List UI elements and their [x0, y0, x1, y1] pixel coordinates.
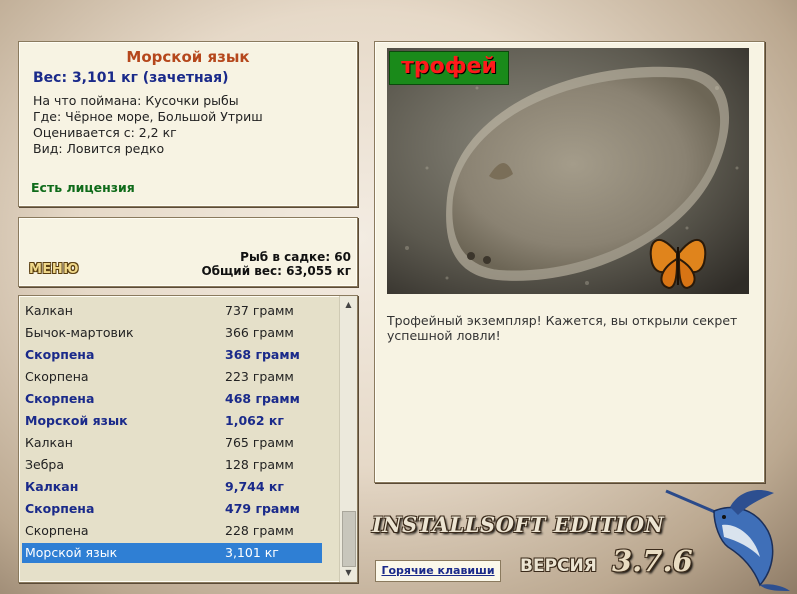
trophy-badge: трофей [389, 51, 509, 85]
catch-item-name: Калкан [25, 303, 73, 318]
catch-list-item[interactable]: Бычок-мартовик 366 грамм [22, 323, 322, 343]
bait-line: На что поймана: Кусочки рыбы [33, 93, 239, 108]
catch-item-name: Морской язык [25, 413, 128, 428]
location-line: Где: Чёрное море, Большой Утриш [33, 109, 263, 124]
catch-item-weight: 366 грамм [225, 325, 294, 340]
catch-item-weight: 368 грамм [225, 347, 300, 362]
version-label: ВЕРСИЯ [520, 556, 597, 576]
catch-item-weight: 3,101 кг [225, 545, 279, 560]
catch-item-weight: 479 грамм [225, 501, 300, 516]
rated-line: Оценивается с: 2,2 кг [33, 125, 177, 140]
catch-item-weight: 128 грамм [225, 457, 294, 472]
hotkeys-button[interactable]: Горячие клавиши [375, 560, 501, 582]
trophy-panel: трофей Трофейный экземпляр! Кажется, вы … [374, 41, 765, 483]
catch-item-name: Калкан [25, 435, 73, 450]
catch-item-weight: 1,062 кг [225, 413, 284, 428]
fish-info-panel: Морской язык Вес: 3,101 кг (зачетная) На… [18, 41, 358, 207]
scroll-down-icon[interactable]: ▼ [340, 566, 357, 580]
menu-button[interactable]: МЕНЮ [29, 262, 79, 277]
catch-list-item[interactable]: Зебра 128 грамм [22, 455, 322, 475]
catch-item-name: Зебра [25, 457, 65, 472]
catch-list-item[interactable]: Морской язык 3,101 кг [22, 543, 322, 563]
catch-item-name: Морской язык [25, 545, 118, 560]
catch-list-item[interactable]: Морской язык 1,062 кг [22, 411, 322, 431]
catch-item-name: Калкан [25, 479, 79, 494]
catch-list-item[interactable]: Калкан 737 грамм [22, 301, 322, 321]
catch-item-name: Скорпена [25, 523, 89, 538]
scroll-thumb[interactable] [342, 511, 356, 567]
catch-list-item[interactable]: Скорпена 223 грамм [22, 367, 322, 387]
catch-item-name: Скорпена [25, 369, 89, 384]
list-scrollbar[interactable]: ▲ ▼ [339, 296, 357, 582]
marlin-icon [665, 489, 790, 591]
catch-item-name: Скорпена [25, 347, 95, 362]
catch-item-weight: 765 грамм [225, 435, 294, 450]
fish-count: Рыб в садке: 60 [240, 250, 351, 264]
fish-weight: Вес: 3,101 кг (зачетная) [33, 70, 229, 86]
catch-list-item[interactable]: Калкан 765 грамм [22, 433, 322, 453]
brand-logo-text: INSTALLSOFT EDITION [372, 512, 665, 537]
cage-panel: МЕНЮ Рыб в садке: 60 Общий вес: 63,055 к… [18, 217, 358, 287]
catch-item-weight: 468 грамм [225, 391, 300, 406]
catch-item-weight: 223 грамм [225, 369, 294, 384]
catch-item-weight: 228 грамм [225, 523, 294, 538]
catch-item-name: Бычок-мартовик [25, 325, 134, 340]
trophy-description: Трофейный экземпляр! Кажется, вы открыли… [387, 313, 738, 343]
catch-item-weight: 9,744 кг [225, 479, 284, 494]
total-weight: Общий вес: 63,055 кг [201, 264, 351, 278]
fish-photo: трофей [387, 48, 749, 294]
catch-list-item[interactable]: Скорпена 479 грамм [22, 499, 322, 519]
catch-list-item[interactable]: Калкан 9,744 кг [22, 477, 322, 497]
catch-item-name: Скорпена [25, 391, 95, 406]
catch-list-item[interactable]: Скорпена 368 грамм [22, 345, 322, 365]
catch-list-item[interactable]: Скорпена 468 грамм [22, 389, 322, 409]
catch-list[interactable]: Калкан 737 грамм Бычок-мартовик 366 грамм Ск… [18, 295, 358, 583]
rarity-line: Вид: Ловится редко [33, 141, 165, 156]
catch-item-weight: 737 грамм [225, 303, 294, 318]
catch-list-item[interactable]: Скорпена 228 грамм [22, 521, 322, 541]
catch-item-name: Скорпена [25, 501, 95, 516]
fish-title: Морской язык [126, 48, 250, 66]
scroll-up-icon[interactable]: ▲ [340, 298, 357, 312]
license-status: Есть лицензия [31, 180, 135, 195]
